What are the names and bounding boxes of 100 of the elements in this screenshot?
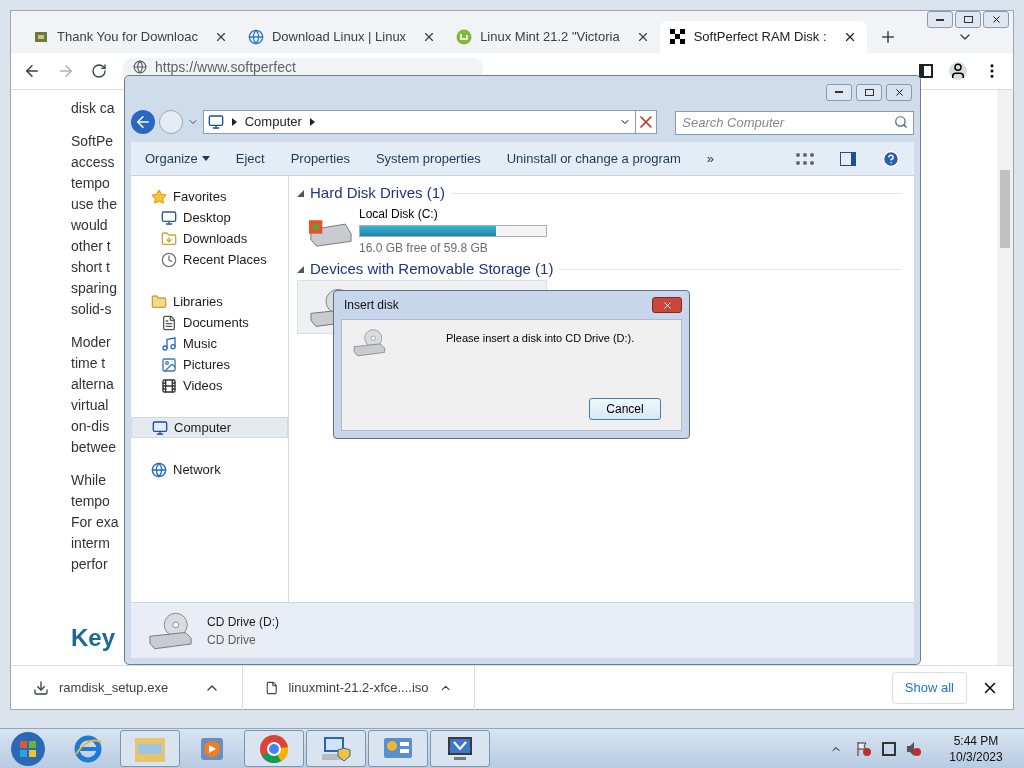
clock-icon	[161, 251, 177, 268]
browser-tab[interactable]: Thank You for Downloac	[23, 21, 238, 53]
clock-time: 5:44 PM	[953, 732, 999, 749]
back-icon[interactable]	[131, 110, 155, 134]
taskbar-button[interactable]	[306, 730, 366, 767]
close-button[interactable]	[886, 83, 912, 101]
taskbar-button[interactable]	[430, 730, 490, 767]
monitor-icon	[161, 209, 177, 226]
paragraph-text: virtual	[71, 396, 109, 415]
nav-item[interactable]: Recent Places	[131, 249, 288, 270]
file-name: ramdisk_setup.exe	[59, 678, 170, 697]
profile-icon[interactable]	[949, 62, 967, 80]
paragraph-text: access	[71, 153, 115, 172]
browser-tab[interactable]: Download Linux | Linux	[237, 21, 447, 53]
paragraph-text: interm	[71, 534, 110, 553]
drive-item[interactable]: Local Disk (C:) 16.0 GB free of 59.8 GB	[297, 204, 547, 258]
clock[interactable]: 5:44 PM 10/3/2023	[936, 732, 1016, 765]
close-icon	[990, 14, 1002, 25]
leaf-icon	[456, 29, 473, 45]
dialog-message: Please insert a disk into CD Drive (D:).	[446, 331, 635, 346]
toolbar-button[interactable]: Properties	[290, 148, 350, 169]
film-icon	[161, 377, 177, 394]
clock-date: 10/3/2023	[949, 748, 1003, 765]
paragraph-text: other t	[71, 237, 111, 256]
preview-pane-icon[interactable]	[840, 151, 856, 166]
speaker-muted-icon[interactable]	[906, 740, 922, 757]
drive-type: CD Drive	[207, 631, 257, 649]
nav-item[interactable]: Desktop	[131, 207, 288, 228]
url-text: https://www.softperfect	[155, 60, 296, 74]
nav-item[interactable]: Downloads	[131, 228, 288, 249]
search-icon	[894, 115, 908, 129]
paragraph-text: tempo	[71, 492, 110, 511]
minimize-button[interactable]	[826, 83, 852, 101]
collapse-icon[interactable]	[297, 265, 304, 273]
maximize-button[interactable]	[955, 11, 981, 28]
close-button[interactable]	[983, 11, 1009, 28]
chevron-right-icon[interactable]	[231, 118, 237, 126]
address-bar[interactable]: https://www.softperfect	[123, 58, 483, 76]
nav-item[interactable]: Computer	[131, 417, 288, 438]
group-heading[interactable]: Hard Disk Drives (1)	[310, 181, 445, 205]
chrome-icon	[259, 733, 289, 764]
close-icon	[661, 299, 673, 311]
address-field[interactable]: Computer	[202, 110, 637, 134]
nav-item[interactable]: Favorites	[131, 186, 288, 207]
paragraph-text: tempo	[71, 174, 110, 193]
show-all-button[interactable]: Show all	[891, 671, 967, 704]
reload-icon[interactable]	[91, 63, 107, 79]
cancel-button[interactable]: Cancel	[589, 398, 661, 420]
drive-name: CD Drive (D:)	[207, 613, 279, 631]
computer-icon	[207, 114, 224, 130]
site-info-icon	[133, 60, 147, 74]
toolbar-button[interactable]: Organize	[145, 148, 210, 169]
folder-icon	[151, 293, 167, 310]
toolbar-button[interactable]: System properties	[375, 148, 481, 169]
nav-item[interactable]: Libraries	[131, 291, 288, 312]
tab-title: Linux Mint 21.2 "Victoria	[480, 28, 620, 47]
maximize-button[interactable]	[856, 83, 882, 101]
drive-name: Local Disk (C:)	[359, 206, 439, 223]
dialog-title: Insert disk	[343, 297, 399, 314]
start-button[interactable]	[8, 730, 48, 767]
taskbar-button[interactable]	[244, 730, 304, 767]
help-icon[interactable]	[882, 149, 900, 168]
nav-item[interactable]: Videos	[131, 375, 288, 396]
picture-icon	[161, 356, 177, 373]
browser-tab[interactable]: SoftPerfect RAM Disk :	[659, 21, 867, 53]
toolbar-button[interactable]: »	[706, 148, 715, 169]
paragraph-text: time t	[71, 354, 106, 373]
file-name: linuxmint-21.2-xfce....iso	[288, 678, 429, 697]
chevron-right-icon[interactable]	[309, 118, 315, 126]
back-icon[interactable]	[23, 62, 41, 80]
view-icon[interactable]	[796, 152, 814, 165]
paragraph-text: alterna	[71, 375, 114, 394]
breadcrumb-text[interactable]: Computer	[244, 112, 302, 132]
group-heading[interactable]: Devices with Removable Storage (1)	[310, 257, 554, 281]
nav-item[interactable]: Pictures	[131, 354, 288, 375]
collapse-icon[interactable]	[297, 189, 304, 197]
nav-item[interactable]: Network	[131, 459, 288, 480]
paragraph-text: short t	[71, 258, 110, 277]
paragraph-text: For exa	[71, 513, 119, 532]
nav-item[interactable]: Music	[131, 333, 288, 354]
star-icon	[151, 188, 167, 205]
close-button[interactable]	[652, 297, 682, 313]
nav-item[interactable]: Documents	[131, 312, 288, 333]
file-icon	[265, 679, 279, 696]
minimize-button[interactable]	[927, 11, 953, 28]
search-field[interactable]: Search Computer	[675, 110, 914, 135]
toolbar-button[interactable]: Eject	[235, 148, 265, 169]
stop-icon[interactable]	[635, 110, 658, 134]
computer-icon	[152, 419, 168, 436]
checker-icon	[669, 29, 686, 45]
browser-tab[interactable]: Linux Mint 21.2 "Victoria	[446, 21, 660, 53]
download-icon	[33, 679, 49, 696]
music-icon	[161, 335, 177, 352]
cd-drive-icon	[147, 610, 193, 651]
paragraph-text: sparing	[71, 279, 117, 298]
scrollbar[interactable]	[997, 90, 1013, 665]
flag-icon[interactable]	[856, 740, 872, 757]
toolbar-button[interactable]: Uninstall or change a program	[506, 148, 681, 169]
free-space-text: 16.0 GB free of 59.8 GB	[359, 240, 489, 257]
tab-title: Thank You for Downloac	[57, 28, 198, 47]
